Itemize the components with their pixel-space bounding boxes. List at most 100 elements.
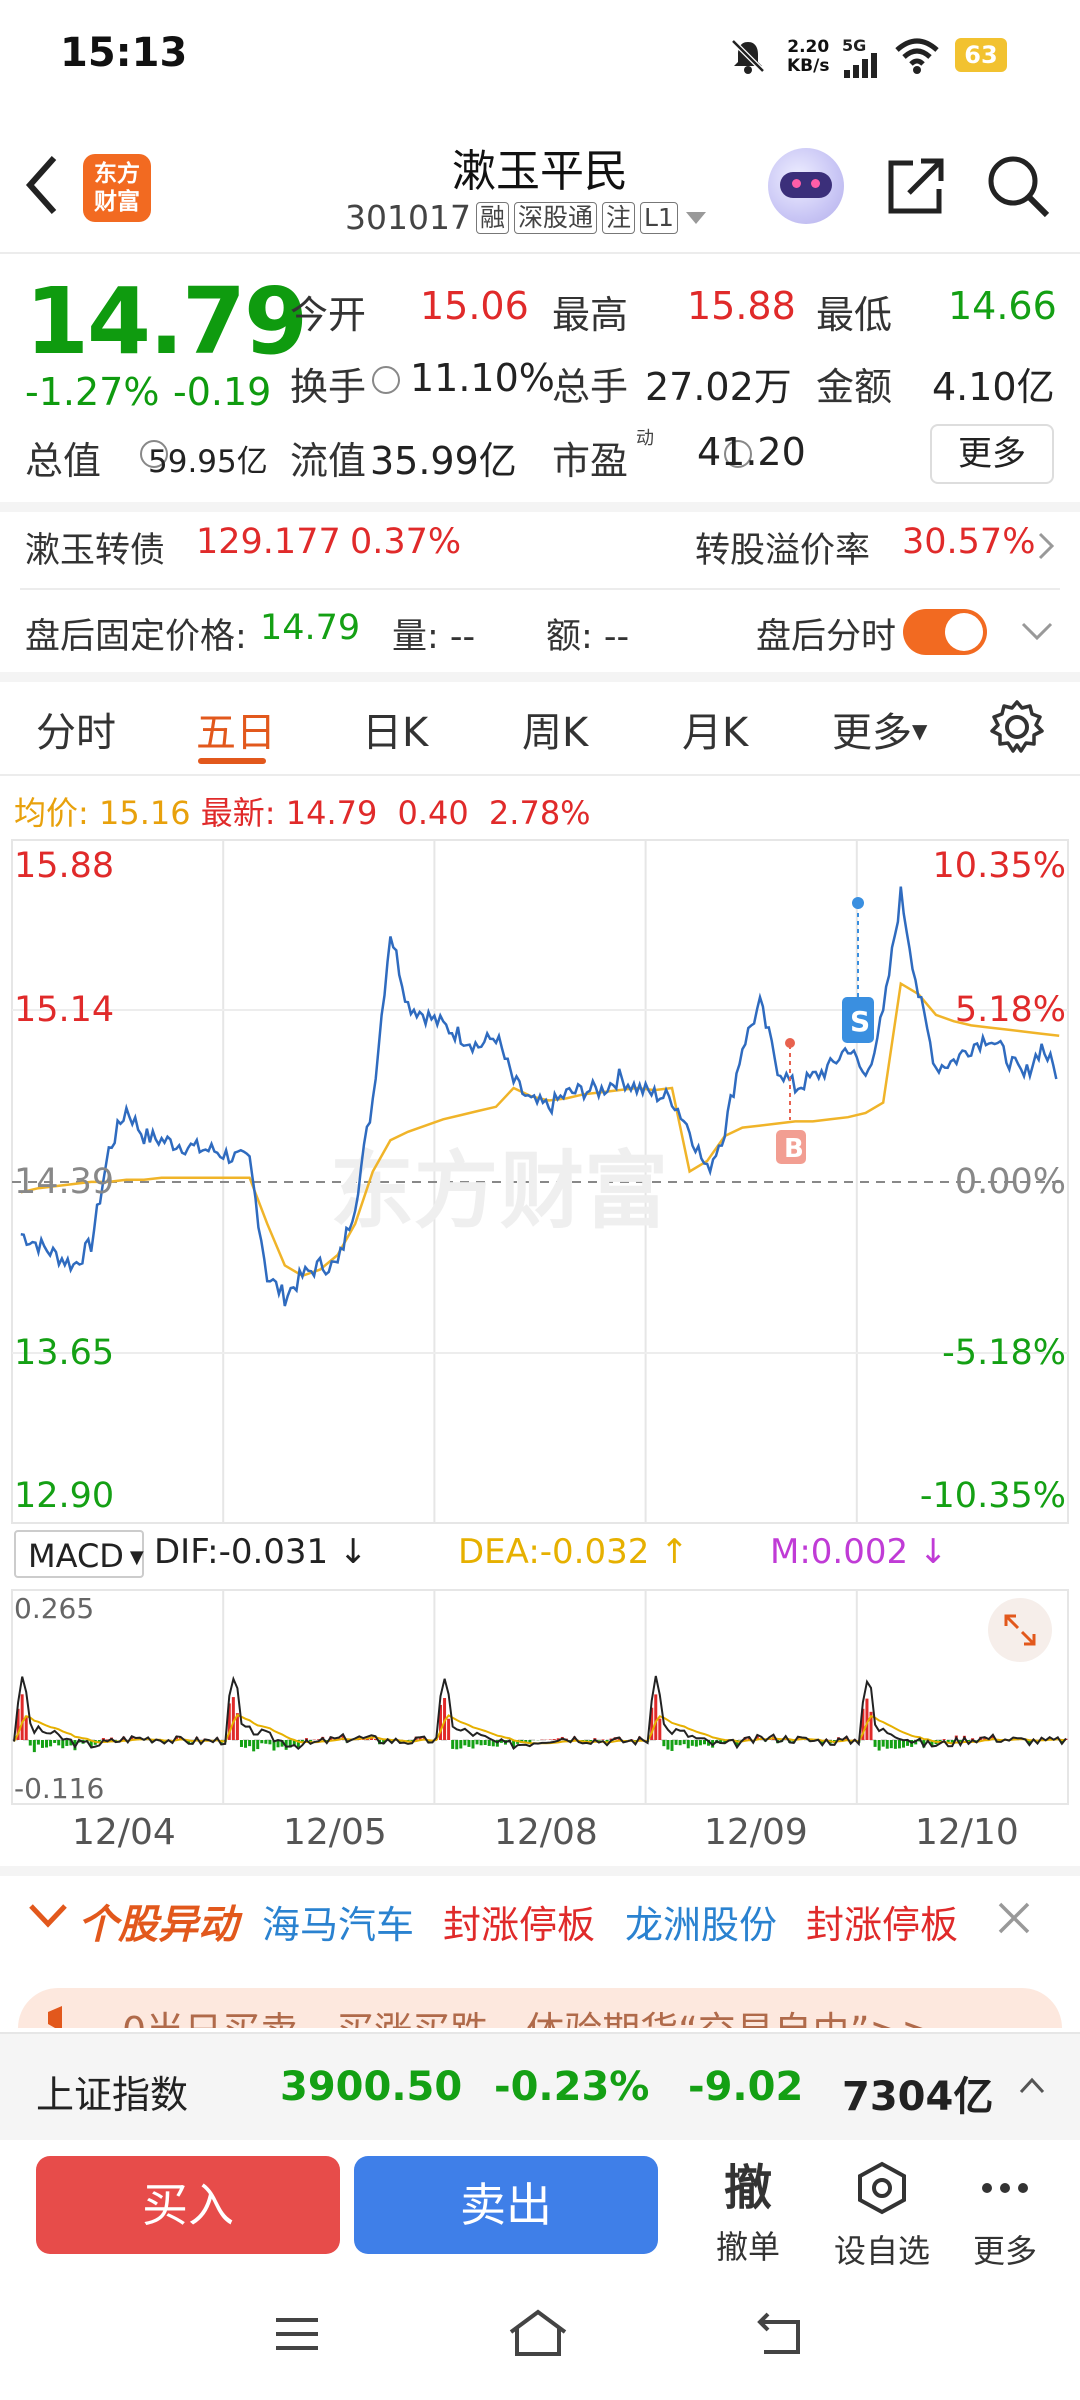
indicator-select[interactable]: MACD ▼ — [14, 1530, 144, 1578]
buy-marker[interactable]: B — [776, 1038, 806, 1164]
tag-registered: 注 — [602, 201, 636, 234]
x-date-4: 12/09 — [704, 1812, 808, 1853]
y-left-tick-1: 15.88 — [14, 846, 115, 886]
macd-bar — [662, 1740, 666, 1747]
macd-bar — [463, 1740, 467, 1746]
tag-level: L1 — [640, 201, 678, 234]
macd-bar — [658, 1718, 662, 1740]
chevron-down-icon[interactable] — [1020, 620, 1054, 642]
tag-connect: 深股通 — [514, 201, 598, 234]
macd-bar — [597, 1740, 601, 1741]
close-icon[interactable] — [996, 1900, 1032, 1936]
watermark-2: 财富 — [500, 1142, 668, 1240]
buy-button[interactable]: 买入 — [36, 2156, 340, 2254]
sell-button[interactable]: 卖出 — [354, 2156, 658, 2254]
macd-bar — [702, 1740, 706, 1745]
afterhours-toggle[interactable] — [903, 609, 987, 655]
macd-bar — [40, 1740, 44, 1748]
macd-bar — [244, 1740, 248, 1748]
x-date-5: 12/10 — [915, 1812, 1019, 1853]
tab-monthly-k[interactable]: 月K — [682, 700, 748, 758]
sell-marker[interactable]: S — [842, 897, 874, 1043]
amount-label: 金额 — [816, 365, 893, 409]
stock-code-line[interactable]: 301017 融 深股通 注 L1 — [345, 198, 709, 237]
promo-text: 0当日买卖，买涨买跌，体验期货“交易自由”>> — [122, 2000, 933, 2028]
pe-value: 41.20 — [697, 430, 806, 474]
more-quote-button[interactable]: 更多 — [930, 424, 1054, 484]
x-date-3: 12/08 — [494, 1812, 598, 1853]
y-left-tick-2: 15.14 — [14, 990, 115, 1030]
low-label: 最低 — [816, 293, 893, 337]
dropdown-triangle-icon — [685, 211, 706, 224]
cancel-label: 撤单 — [715, 2228, 780, 2266]
macd-min-label: -0.116 — [14, 1772, 105, 1805]
bond-name[interactable]: 漱玉转债 — [25, 522, 165, 573]
back-nav-icon[interactable] — [754, 2306, 810, 2360]
alert-stock-2[interactable]: 龙洲股份 — [625, 1894, 777, 1949]
home-icon[interactable] — [505, 2306, 571, 2360]
index-bar[interactable]: 上证指数 3900.50 -0.23% -9.02 7304亿 — [0, 2032, 1080, 2140]
info-icon[interactable] — [372, 366, 400, 394]
macd-bar — [601, 1739, 605, 1740]
turnover-value: 11.10% — [410, 356, 555, 400]
assistant-robot-icon[interactable] — [768, 148, 844, 224]
chevron-up-icon[interactable] — [1018, 2074, 1046, 2096]
mktcap-label: 总值 — [25, 439, 102, 483]
status-time: 15:13 — [60, 30, 188, 76]
cancel-glyph-icon: 撤 — [723, 2160, 772, 2216]
macd-bar — [682, 1740, 686, 1745]
chevron-down-icon[interactable] — [28, 1902, 68, 1930]
macd-bar — [459, 1740, 463, 1749]
menu-icon[interactable] — [272, 2314, 322, 2354]
alert-event-2: 封涨停板 — [806, 1903, 959, 1947]
volume-label: 总手 — [552, 365, 629, 409]
open-value: 15.06 — [420, 284, 529, 328]
macd-bar — [28, 1740, 32, 1746]
latest-change-pct: 2.78% — [488, 794, 591, 832]
tab-intraday[interactable]: 分时 — [36, 700, 116, 758]
macd-dea: DEA:-0.032 ↑ — [458, 1532, 689, 1572]
promo-banner[interactable]: 0当日买卖，买涨买跌，体验期货“交易自由”>> — [18, 1988, 1062, 2028]
system-nav-bar — [0, 2272, 1080, 2400]
open-label: 今开 — [290, 293, 367, 337]
index-amount: 7304亿 — [842, 2074, 994, 2120]
indicator-select-label: MACD — [28, 1537, 124, 1575]
macd-dea-arrow: ↑ — [660, 1532, 689, 1572]
macd-bar — [893, 1740, 897, 1749]
more-actions-button[interactable]: 更多 — [950, 2160, 1060, 2272]
expand-chart-button[interactable] — [988, 1598, 1052, 1662]
macd-bar — [885, 1740, 889, 1749]
search-icon[interactable] — [985, 153, 1051, 219]
tab-five-day[interactable]: 五日 — [196, 700, 276, 758]
watch-label: 设自选 — [833, 2232, 930, 2270]
tab-weekly-k[interactable]: 周K — [522, 700, 588, 758]
stock-alert-bar[interactable]: 个股异动 海马汽车 封涨停板 龙洲股份 封涨停板 — [0, 1880, 1080, 1958]
macd-bar — [678, 1740, 682, 1746]
alert-stock-1[interactable]: 海马汽车 — [262, 1894, 414, 1949]
settings-gear-icon[interactable] — [988, 698, 1046, 756]
y-left-tick-3: 14.39 — [14, 1162, 115, 1202]
macd-dif-line — [13, 1675, 1067, 1751]
share-icon[interactable] — [883, 153, 949, 219]
macd-bar — [268, 1740, 272, 1745]
macd-bar — [471, 1740, 475, 1749]
chevron-right-icon[interactable] — [1036, 530, 1056, 562]
tab-more[interactable]: 更多▼ — [832, 700, 927, 758]
y-left-tick-4: 13.65 — [14, 1333, 115, 1373]
x-date-2: 12/05 — [283, 1812, 387, 1853]
latest-change: 0.40 — [397, 794, 469, 832]
high-label: 最高 — [552, 293, 629, 337]
index-change: -9.02 — [688, 2064, 804, 2110]
cancel-order-button[interactable]: 撤 撤单 — [693, 2160, 803, 2268]
alert-title: 个股异动 — [78, 1902, 238, 1948]
megaphone-icon — [48, 2006, 62, 2028]
macd-chart[interactable] — [0, 1588, 1080, 1808]
tab-daily-k[interactable]: 日K — [362, 700, 428, 758]
add-watchlist-button[interactable]: 设自选 — [827, 2160, 937, 2272]
signal-icon — [844, 53, 877, 78]
macd-bar — [455, 1740, 459, 1750]
macd-bar — [248, 1740, 252, 1747]
macd-bar — [467, 1740, 471, 1747]
afterhours-price: 14.79 — [260, 608, 361, 648]
speed-value: 2.20 — [787, 37, 830, 57]
